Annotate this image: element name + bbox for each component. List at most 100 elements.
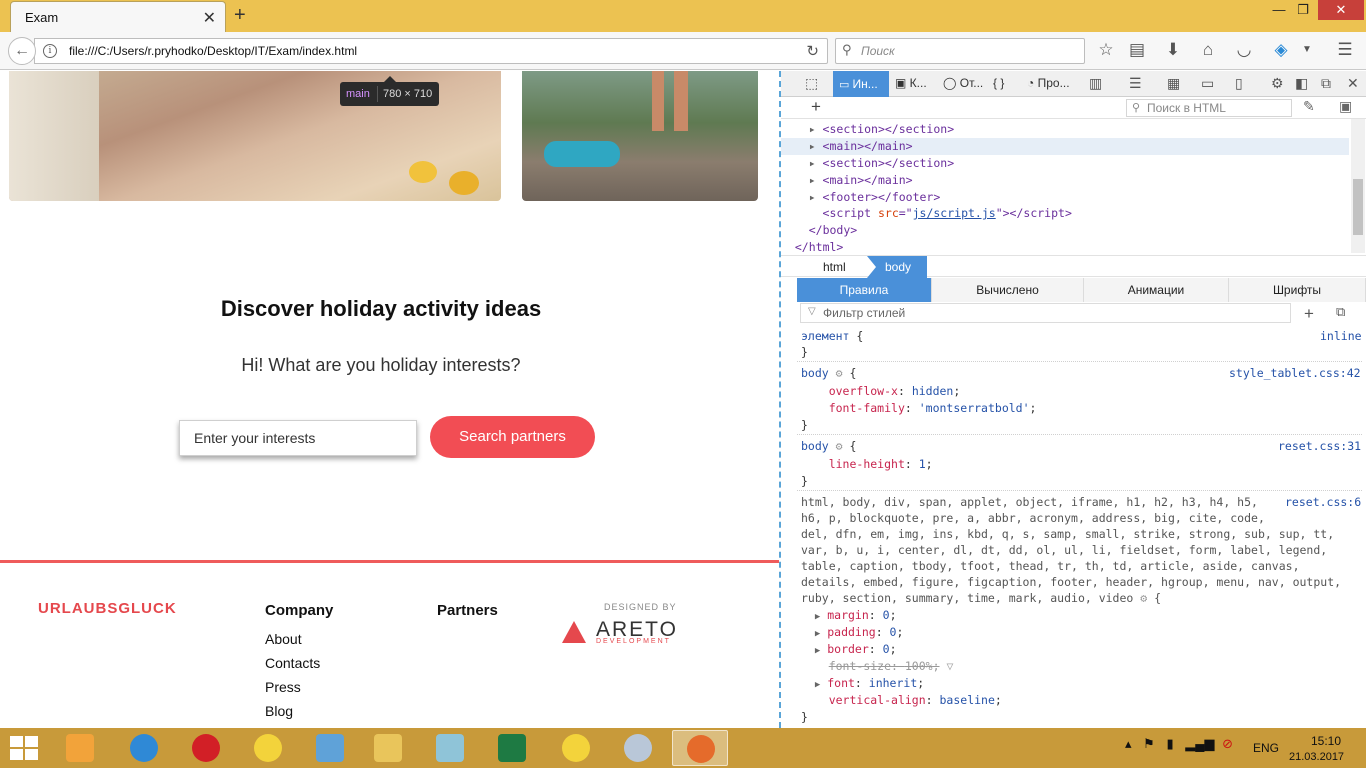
browser-window-icon[interactable]: ▭ [1201, 75, 1214, 92]
breadcrumb-body[interactable]: body [867, 256, 927, 278]
markup-node[interactable]: ▸ <section></section> [781, 121, 1349, 138]
back-button[interactable]: ← [8, 37, 36, 65]
settings-gear-icon[interactable]: ⚙ [1271, 75, 1284, 92]
network-tool-taskbar-icon[interactable] [302, 730, 358, 766]
markup-node[interactable]: </html> [781, 239, 1349, 255]
network-icon[interactable]: ☰ [1129, 75, 1142, 92]
tab-fonts[interactable]: Шрифты [1229, 278, 1366, 302]
language-indicator[interactable]: ENG [1253, 741, 1279, 755]
battery-icon[interactable]: ▮ [1166, 736, 1173, 751]
firefox-taskbar-icon[interactable] [672, 730, 728, 766]
layout-split-icon[interactable]: ▦ [1167, 75, 1180, 92]
tab-close-icon[interactable]: ✕ [203, 8, 216, 28]
markup-node[interactable]: ▸ <main></main> [781, 172, 1349, 189]
css-property[interactable]: overflow-x [829, 384, 898, 398]
tab-style-editor[interactable]: { } [993, 76, 1004, 90]
excel-taskbar-icon[interactable] [484, 730, 540, 766]
eyedropper-icon[interactable]: ✎ [1303, 98, 1315, 115]
tab-debugger[interactable]: ◯ От... [943, 76, 983, 90]
flag-icon[interactable]: ⚑ [1143, 736, 1155, 751]
url-bar[interactable]: i file:///C:/Users/r.pryhodko/Desktop/IT… [34, 38, 828, 64]
tab-console[interactable]: ▣ К... [895, 76, 927, 90]
script-src-link[interactable]: js/script.js [913, 206, 996, 220]
responsive-icon[interactable]: ▯ [1235, 75, 1243, 92]
devtools-close-icon[interactable]: ✕ [1347, 75, 1359, 92]
window-close-icon[interactable]: ✕ [1318, 0, 1364, 20]
css-value[interactable]: 1 [919, 457, 926, 471]
url-text[interactable]: file:///C:/Users/r.pryhodko/Desktop/IT/E… [69, 44, 357, 58]
css-property[interactable]: margin [827, 608, 869, 622]
internet-explorer-taskbar-icon[interactable] [116, 730, 172, 766]
notes-taskbar-icon[interactable] [422, 730, 478, 766]
file-explorer-taskbar-icon[interactable] [360, 730, 416, 766]
breadcrumb-html[interactable]: html [823, 260, 846, 274]
outlook-taskbar-icon[interactable] [52, 730, 108, 766]
css-value[interactable]: baseline [940, 693, 995, 707]
browser-tab[interactable]: Exam ✕ [10, 1, 226, 32]
new-tab-icon[interactable]: + [234, 4, 246, 27]
css-value[interactable]: inherit [869, 676, 917, 690]
css-value[interactable]: 0 [890, 625, 897, 639]
maximize-icon[interactable]: ❐ [1292, 0, 1314, 20]
footer-link-blog[interactable]: Blog [265, 703, 293, 719]
memory-icon[interactable]: ▥ [1089, 75, 1102, 92]
1c-taskbar-icon[interactable] [240, 730, 296, 766]
rule-source-link[interactable]: reset.css:6 [1285, 495, 1361, 509]
windows-start-icon[interactable] [10, 736, 38, 760]
html-search-input[interactable]: ⚲ Поиск в HTML [1126, 99, 1292, 117]
css-value-overridden[interactable]: 100% [905, 659, 933, 673]
markup-node[interactable]: </body> [781, 222, 1349, 239]
rule-source-link[interactable]: style_tablet.css:42 [1229, 366, 1361, 380]
library-icon[interactable]: ▤ [1126, 40, 1148, 60]
opera-taskbar-icon[interactable] [178, 730, 234, 766]
search-bar[interactable]: ⚲ Поиск [835, 38, 1085, 64]
css-value[interactable]: hidden [912, 384, 954, 398]
tab-performance[interactable]: ◔ Про... [1027, 76, 1070, 90]
tab-animations[interactable]: Анимации [1084, 278, 1229, 302]
markup-node[interactable]: ▸ <section></section> [781, 155, 1349, 172]
markup-node[interactable]: ▸ <footer></footer> [781, 189, 1349, 206]
css-property[interactable]: vertical-align [829, 693, 926, 707]
menu-icon[interactable]: ☰ [1334, 40, 1356, 60]
css-property[interactable]: font [827, 676, 855, 690]
markup-node[interactable]: <script src="js/script.js"></script> [781, 205, 1349, 222]
1c-second-taskbar-icon[interactable] [548, 730, 604, 766]
footer-link-press[interactable]: Press [265, 679, 301, 695]
footer-link-contacts[interactable]: Contacts [265, 655, 320, 671]
tray-expand-icon[interactable]: ▴ [1125, 736, 1132, 751]
css-property[interactable]: line-height [829, 457, 905, 471]
tab-computed[interactable]: Вычислено [932, 278, 1084, 302]
dock-side-icon[interactable]: ◧ [1295, 75, 1308, 92]
pocket-icon[interactable]: ◡ [1233, 40, 1255, 60]
clock-time[interactable]: 15:10 [1296, 734, 1356, 748]
tab-inspector[interactable]: ▭ Ин... [833, 71, 889, 97]
rule-source-link[interactable]: inline [1320, 329, 1362, 343]
add-node-icon[interactable]: + [811, 97, 821, 117]
info-icon[interactable]: i [43, 44, 57, 58]
css-value[interactable]: 0 [883, 608, 890, 622]
rule-source-link[interactable]: reset.css:31 [1278, 439, 1361, 453]
minimize-icon[interactable]: — [1268, 0, 1290, 20]
signal-icon[interactable]: ▂▄▆ [1185, 736, 1214, 751]
extension-icon[interactable]: ◈ [1270, 40, 1292, 60]
undock-icon[interactable]: ⧉ [1321, 75, 1331, 92]
footer-link-about[interactable]: About [265, 631, 302, 647]
download-icon[interactable]: ⬇ [1162, 40, 1184, 60]
reload-icon[interactable]: ↻ [806, 42, 819, 60]
home-icon[interactable]: ⌂ [1197, 40, 1219, 60]
css-property-overridden[interactable]: font-size [829, 659, 891, 673]
css-value[interactable]: 0 [883, 642, 890, 656]
mute-icon[interactable]: ⊘ [1222, 736, 1233, 751]
pick-element-icon[interactable]: ⬚ [805, 75, 818, 92]
search-partners-button[interactable]: Search partners [430, 416, 595, 458]
markup-scrollbar[interactable] [1351, 119, 1365, 253]
footer-logo[interactable]: URLAUBSGLUCK [38, 600, 177, 617]
interests-input[interactable]: Enter your interests [179, 420, 417, 456]
bookmark-star-icon[interactable]: ☆ [1095, 40, 1117, 60]
filter-icon[interactable]: ▽ [946, 659, 953, 673]
clock-date[interactable]: 21.03.2017 [1289, 751, 1344, 763]
style-filter-input[interactable]: ▽ Фильтр стилей [800, 303, 1291, 323]
css-property[interactable]: border [827, 642, 869, 656]
toggle-classes-icon[interactable]: ⧉ [1336, 305, 1345, 320]
screenshot-node-icon[interactable]: ▣ [1339, 98, 1352, 115]
